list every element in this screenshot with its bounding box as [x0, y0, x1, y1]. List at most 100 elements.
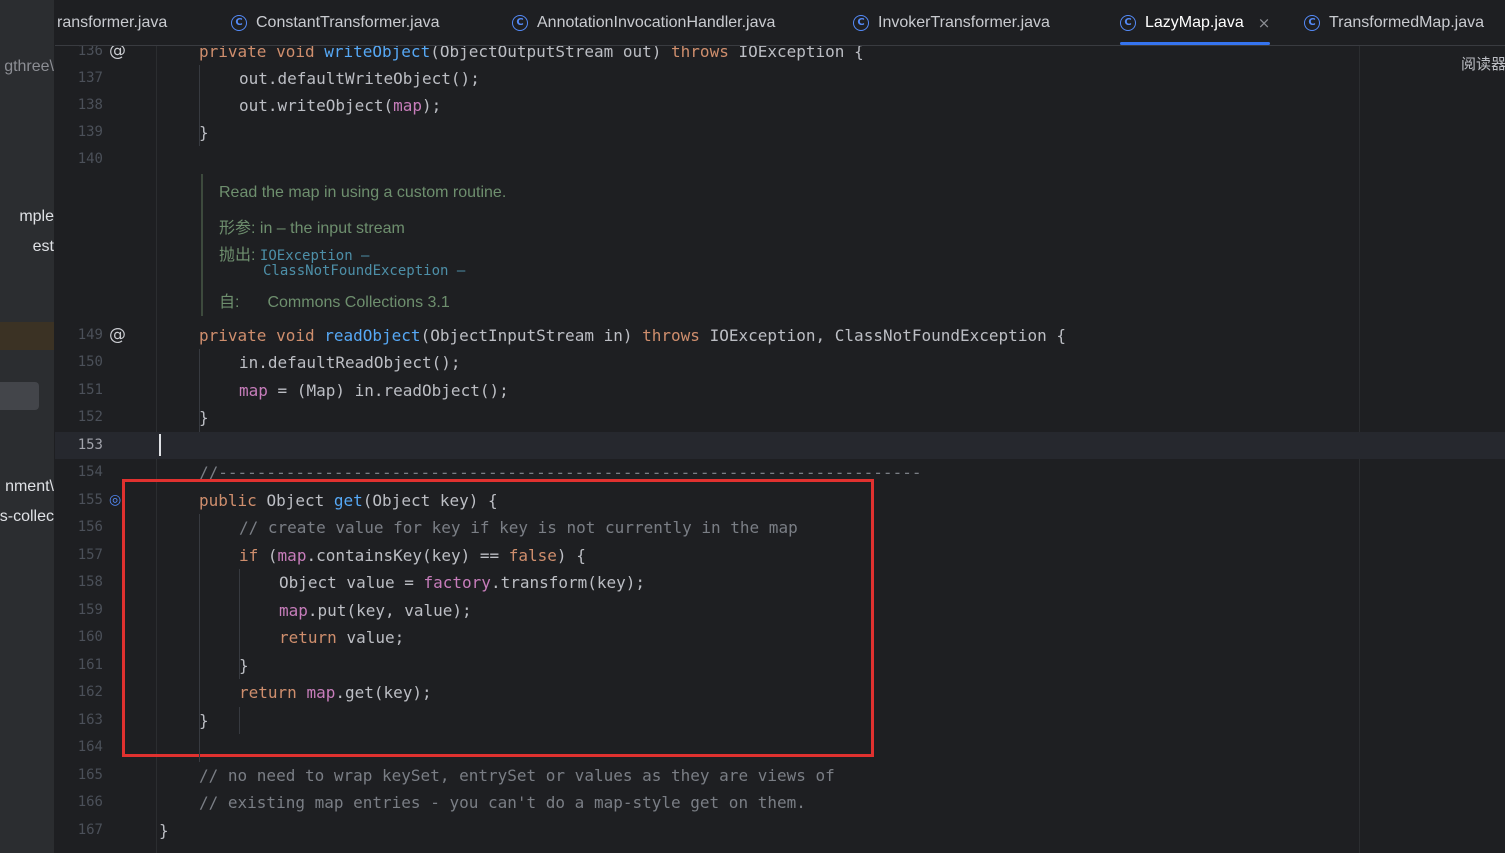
implements-marker-icon[interactable]: @ — [109, 326, 126, 344]
line-number: 165 — [77, 767, 103, 783]
code-line[interactable]: 139} — [55, 119, 1505, 146]
code-token: // no need to wrap keySet, entrySet or v… — [199, 766, 835, 785]
tab-lazymap-java[interactable]: C LazyMap.java × — [1120, 0, 1271, 45]
code-text: private void readObject(ObjectInputStrea… — [199, 322, 1066, 349]
code-line[interactable]: 140 — [55, 146, 1505, 173]
project-tree-item[interactable]: s-collec — [0, 508, 54, 526]
line-number: 140 — [77, 151, 103, 167]
code-token: readObject — [324, 326, 421, 345]
override-marker-icon[interactable]: ◎ — [109, 491, 121, 509]
line-number: 162 — [77, 684, 103, 700]
selected-row-highlight — [0, 322, 54, 350]
code-line[interactable]: 152} — [55, 404, 1505, 431]
line-number: 159 — [77, 602, 103, 618]
code-token: throws — [671, 46, 739, 61]
code-text: } — [199, 404, 209, 431]
line-number: 136 — [77, 46, 103, 59]
class-icon: C — [1304, 14, 1320, 31]
rendered-javadoc[interactable]: Read the map in using a custom routine. … — [201, 174, 803, 316]
indent-guide — [199, 514, 200, 762]
code-token: IOException { — [738, 46, 864, 61]
code-text: map = (Map) in.readObject(); — [239, 377, 509, 404]
code-text: } — [199, 119, 209, 146]
project-tree-item[interactable]: gthree\ — [4, 58, 54, 76]
code-line[interactable]: 150 in.defaultReadObject(); — [55, 349, 1505, 376]
class-icon: C — [231, 14, 247, 31]
code-editor[interactable]: 136 @ private void writeObject(ObjectOutpu… — [55, 46, 1505, 853]
code-text: // no need to wrap keySet, entrySet or v… — [199, 762, 835, 789]
tab-label: ConstantTransformer.java — [256, 13, 440, 31]
line-number: 156 — [77, 519, 103, 535]
code-line[interactable]: 167} — [55, 817, 1505, 844]
code-token: map — [239, 381, 268, 400]
line-number: 150 — [77, 354, 103, 370]
code-token: IOException, ClassNotFoundException { — [709, 326, 1066, 345]
project-tree-item[interactable]: est — [33, 238, 54, 256]
reader-mode-button[interactable]: 阅读器 — [1461, 53, 1505, 74]
class-icon: C — [1120, 14, 1136, 31]
doc-param-label: 形参: — [219, 220, 256, 237]
tab-constanttransformer-java[interactable]: C ConstantTransformer.java — [231, 0, 439, 45]
doc-param-text: in – the input stream — [259, 220, 405, 237]
code-token: private — [199, 326, 277, 345]
code-text: // existing map entries - you can't do a… — [199, 789, 806, 816]
tab-label: InvokerTransformer.java — [878, 13, 1050, 31]
tab-invokertransformer-java[interactable]: C InvokerTransformer.java — [853, 0, 1050, 45]
line-number: 154 — [77, 464, 103, 480]
code-line[interactable]: 151 map = (Map) in.readObject(); — [55, 377, 1505, 404]
editor-tab-bar: ransformer.java C ConstantTransformer.java… — [55, 0, 1505, 46]
line-number: 160 — [77, 629, 103, 645]
code-token: writeObject — [324, 46, 431, 61]
tab-label: AnnotationInvocationHandler.java — [537, 13, 776, 31]
tab-transformedmap-java[interactable]: C TransformedMap.java — [1304, 0, 1484, 45]
tab-annotationinvocationhandler-java[interactable]: C AnnotationInvocationHandler.java — [512, 0, 775, 45]
line-number: 138 — [77, 97, 103, 113]
close-icon[interactable]: × — [1258, 14, 1271, 32]
code-line[interactable]: 138 out.writeObject(map); — [55, 92, 1505, 119]
code-token: = (Map) in.readObject(); — [267, 381, 509, 400]
class-icon: C — [512, 14, 528, 31]
project-panel[interactable]: gthree\ mple est nment\ s-collec — [0, 0, 55, 853]
code-text: private void writeObject(ObjectOutputStr… — [199, 46, 864, 65]
indent-guide — [239, 707, 240, 734]
indent-guide — [199, 349, 200, 432]
code-line[interactable]: 137 out.defaultWriteObject(); — [55, 65, 1505, 92]
class-icon: C — [853, 14, 869, 31]
annotation-highlight-box — [122, 479, 874, 757]
tab-label: ransformer.java — [57, 13, 168, 31]
code-text: } — [159, 817, 169, 844]
code-token: out.writeObject( — [239, 96, 394, 115]
project-tree-item[interactable]: mple — [19, 208, 54, 226]
indent-guide — [239, 569, 240, 679]
line-number: 167 — [77, 822, 103, 838]
line-number: 137 — [77, 70, 103, 86]
code-token: void — [276, 326, 325, 345]
tab-ransformer-java[interactable]: ransformer.java — [57, 0, 167, 45]
line-number: 166 — [77, 794, 103, 810]
line-number: 157 — [77, 547, 103, 563]
code-token: out.defaultWriteObject(); — [239, 69, 480, 88]
code-line[interactable]: 136 @ private void writeObject(ObjectOutpu… — [55, 46, 1505, 65]
code-token: ); — [422, 96, 442, 115]
code-text: out.defaultWriteObject(); — [239, 65, 480, 92]
code-line[interactable]: 153 — [55, 432, 1505, 459]
code-line[interactable]: 149 @ private void readObject(ObjectInputS… — [55, 322, 1505, 349]
doc-since-text: Commons Collections 3.1 — [267, 294, 450, 311]
code-text: out.writeObject(map); — [239, 92, 441, 119]
code-token: in.defaultReadObject(); — [239, 353, 461, 372]
hover-row-highlight — [0, 382, 39, 410]
line-number: 164 — [77, 739, 103, 755]
text-caret — [159, 434, 161, 456]
code-token: } — [159, 821, 169, 840]
project-tree-item[interactable]: nment\ — [5, 478, 54, 496]
code-line[interactable]: 165 // no need to wrap keySet, entrySet o… — [55, 762, 1505, 789]
line-number: 152 — [77, 409, 103, 425]
line-number: 149 — [77, 327, 103, 343]
code-token: (ObjectInputStream in) — [420, 326, 643, 345]
doc-throws-link[interactable]: ClassNotFoundException – — [263, 263, 465, 279]
line-number: 163 — [77, 712, 103, 728]
implements-marker-icon[interactable]: @ — [109, 46, 126, 60]
code-line[interactable]: 166 // existing map entries - you can't d… — [55, 789, 1505, 816]
code-token: throws — [642, 326, 710, 345]
doc-since-label: 自: — [219, 294, 240, 311]
